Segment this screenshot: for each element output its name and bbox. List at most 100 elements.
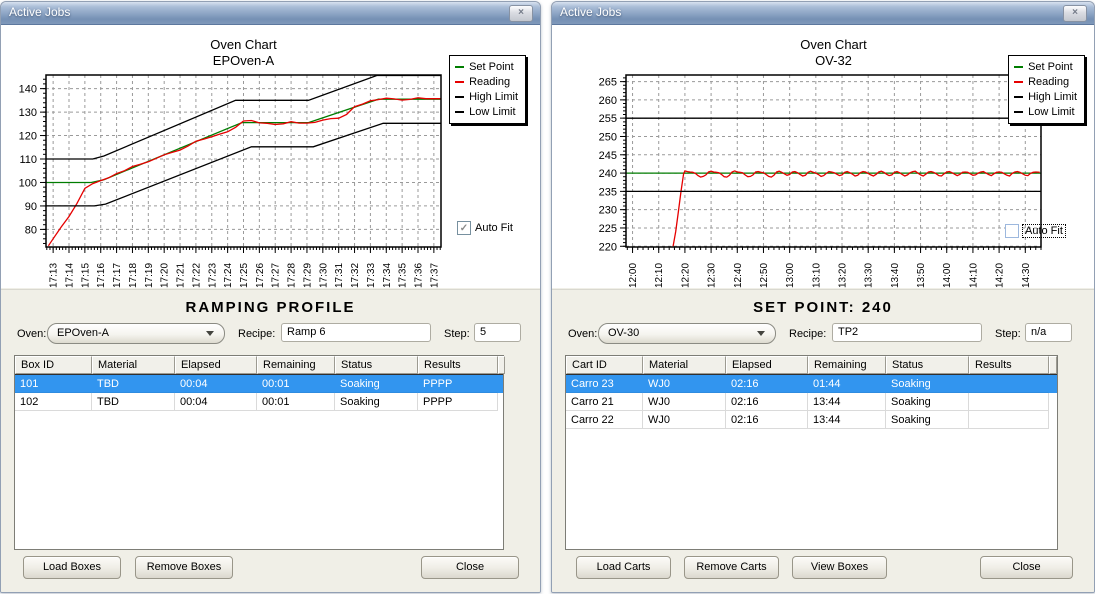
titlebar[interactable]: Active Jobs × xyxy=(552,2,1094,25)
svg-text:17:15: 17:15 xyxy=(80,263,91,288)
legend-item: Low Limit xyxy=(455,104,518,119)
legend-swatch xyxy=(1014,66,1023,68)
oven-label: Oven: xyxy=(568,328,597,340)
svg-text:13:30: 13:30 xyxy=(864,263,875,288)
chart-title: Oven Chart EPOven-A xyxy=(46,37,441,69)
svg-text:140: 140 xyxy=(19,84,37,96)
table-header-cell[interactable]: Material xyxy=(643,356,726,374)
table-header-cell[interactable]: Cart ID xyxy=(566,356,643,374)
recipe-field[interactable]: TP2 xyxy=(832,323,982,342)
legend-item: Set Point xyxy=(455,59,518,74)
table-row[interactable]: Carro 23WJ002:1601:44Soaking xyxy=(566,375,1057,393)
load-carts-button[interactable]: Load Carts xyxy=(576,556,671,579)
remove-carts-button[interactable]: Remove Carts xyxy=(684,556,779,579)
svg-text:130: 130 xyxy=(19,107,37,119)
step-value: n/a xyxy=(1031,326,1046,338)
table-cell: WJ0 xyxy=(643,393,726,411)
svg-text:13:20: 13:20 xyxy=(838,263,849,288)
table-cell: 02:16 xyxy=(726,411,808,429)
legend-swatch xyxy=(455,66,464,68)
close-dialog-button[interactable]: Close xyxy=(980,556,1073,579)
load-boxes-button[interactable]: Load Boxes xyxy=(23,556,121,579)
table-cell: Soaking xyxy=(335,393,418,411)
legend-swatch xyxy=(455,96,464,98)
legend-item: Reading xyxy=(1014,74,1077,89)
table-header-cell[interactable]: Status xyxy=(335,356,418,374)
svg-text:17:25: 17:25 xyxy=(239,263,250,288)
legend-swatch xyxy=(455,111,464,113)
oven-select-value: EPOven-A xyxy=(57,327,109,339)
legend-item: Low Limit xyxy=(1014,104,1077,119)
svg-text:17:31: 17:31 xyxy=(334,263,345,288)
svg-text:17:32: 17:32 xyxy=(350,263,361,288)
table-header-cell[interactable]: Material xyxy=(92,356,175,374)
svg-text:250: 250 xyxy=(599,131,617,143)
oven-select[interactable]: OV-30 xyxy=(598,323,776,344)
svg-text:90: 90 xyxy=(25,201,37,213)
oven-label: Oven: xyxy=(17,328,46,340)
svg-text:17:34: 17:34 xyxy=(382,263,393,288)
step-field[interactable]: 5 xyxy=(474,323,521,342)
table-header-cell[interactable]: Results xyxy=(969,356,1049,374)
controls-row: Oven: EPOven-A Recipe: Ramp 6 Step: 5 xyxy=(1,323,540,345)
svg-text:12:00: 12:00 xyxy=(628,263,639,288)
svg-text:17:30: 17:30 xyxy=(318,263,329,288)
recipe-field[interactable]: Ramp 6 xyxy=(281,323,431,342)
svg-text:17:13: 17:13 xyxy=(49,263,60,288)
chart-title: Oven Chart OV-32 xyxy=(626,37,1041,69)
close-dialog-button[interactable]: Close xyxy=(421,556,519,579)
svg-text:13:40: 13:40 xyxy=(890,263,901,288)
titlebar[interactable]: Active Jobs × xyxy=(1,2,540,25)
legend-swatch xyxy=(1014,81,1023,83)
oven-select[interactable]: EPOven-A xyxy=(47,323,225,344)
svg-text:12:20: 12:20 xyxy=(680,263,691,288)
recipe-value: Ramp 6 xyxy=(287,326,326,338)
table-header-cell[interactable]: Status xyxy=(886,356,969,374)
table-row[interactable]: Carro 21WJ002:1613:44Soaking xyxy=(566,393,1057,411)
svg-text:17:23: 17:23 xyxy=(207,263,218,288)
legend-item: High Limit xyxy=(1014,89,1077,104)
table-header-cell[interactable]: Elapsed xyxy=(175,356,257,374)
table-header-cell[interactable]: Box ID xyxy=(15,356,92,374)
svg-text:13:10: 13:10 xyxy=(811,263,822,288)
profile-panel: SET POINT: 240 Oven: OV-30 Recipe: TP2 S… xyxy=(552,289,1094,592)
svg-text:240: 240 xyxy=(599,168,617,180)
table-row[interactable]: Carro 22WJ002:1613:44Soaking xyxy=(566,411,1057,429)
chevron-down-icon xyxy=(206,331,214,336)
legend-item: Reading xyxy=(455,74,518,89)
chart-title-line2: EPOven-A xyxy=(46,53,441,69)
svg-text:14:10: 14:10 xyxy=(968,263,979,288)
svg-text:17:35: 17:35 xyxy=(398,263,409,288)
autofit-checkbox[interactable]: ✓ xyxy=(457,221,471,235)
table-cell: Soaking xyxy=(886,411,969,429)
table-header-cell[interactable]: Results xyxy=(418,356,498,374)
table-row[interactable]: 102TBD00:0400:01SoakingPPPP xyxy=(15,393,503,411)
close-button[interactable]: × xyxy=(509,5,533,22)
table-cell xyxy=(969,393,1049,411)
profile-panel: RAMPING PROFILE Oven: EPOven-A Recipe: R… xyxy=(1,289,540,592)
close-icon: × xyxy=(518,7,524,18)
view-boxes-button[interactable]: View Boxes xyxy=(792,556,887,579)
table-cell: 13:44 xyxy=(808,393,886,411)
table-header-cell[interactable]: Remaining xyxy=(257,356,335,374)
svg-text:14:20: 14:20 xyxy=(995,263,1006,288)
svg-text:17:26: 17:26 xyxy=(255,263,266,288)
recipe-value: TP2 xyxy=(838,326,858,338)
svg-text:17:18: 17:18 xyxy=(128,263,139,288)
window-title: Active Jobs xyxy=(9,5,70,19)
autofit-control: Auto Fit xyxy=(1005,224,1065,238)
table-row[interactable]: 101TBD00:0400:01SoakingPPPP xyxy=(15,375,503,393)
close-button[interactable]: × xyxy=(1063,5,1087,22)
svg-text:17:27: 17:27 xyxy=(271,263,282,288)
check-icon: ✓ xyxy=(460,223,468,234)
table-header-cell[interactable]: Remaining xyxy=(808,356,886,374)
table-cell: 101 xyxy=(15,375,92,393)
svg-text:265: 265 xyxy=(599,77,617,89)
autofit-checkbox[interactable] xyxy=(1005,224,1019,238)
table-header-cell[interactable]: Elapsed xyxy=(726,356,808,374)
svg-text:235: 235 xyxy=(599,186,617,198)
remove-boxes-button[interactable]: Remove Boxes xyxy=(135,556,233,579)
svg-text:17:16: 17:16 xyxy=(96,263,107,288)
legend-label: Set Point xyxy=(469,61,514,73)
step-field[interactable]: n/a xyxy=(1025,323,1072,342)
